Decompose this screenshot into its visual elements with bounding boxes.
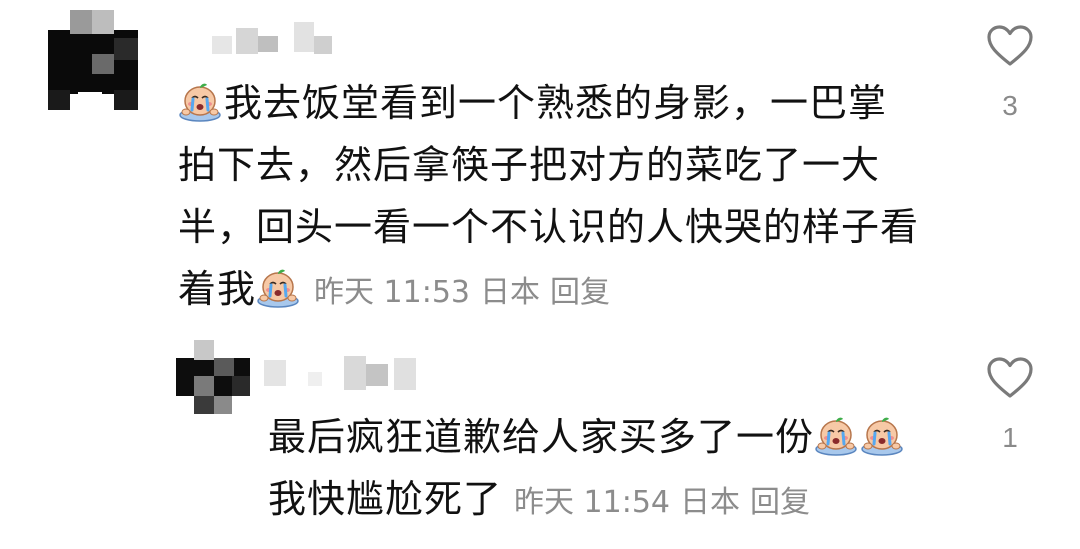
comment-text: 最后疯狂道歉给人家买多了一份 我快尴尬死了 昨天 11:54 日本 回复 xyxy=(268,406,968,534)
reply-button[interactable]: 回复 xyxy=(550,275,610,310)
comment-meta: 昨天 11:54 日本 回复 xyxy=(514,485,810,520)
like-count: 1 xyxy=(1002,422,1018,453)
comment-line: 我去饭堂看到一个熟悉的身影，一巴掌 xyxy=(178,72,938,134)
comment-time: 昨天 11:54 xyxy=(514,485,671,520)
crying-face-icon xyxy=(814,416,858,456)
like-count: 3 xyxy=(1002,90,1018,121)
like-area: 3 xyxy=(980,24,1040,122)
comment-line: 最后疯狂道歉给人家买多了一份 xyxy=(268,406,968,468)
avatar[interactable] xyxy=(176,340,250,416)
comment-location: 日本 xyxy=(680,485,741,520)
crying-face-icon xyxy=(178,82,222,122)
comment-line: 拍下去，然后拿筷子把对方的菜吃了一大 xyxy=(178,143,881,187)
username[interactable] xyxy=(264,354,424,394)
avatar[interactable] xyxy=(48,10,138,118)
heart-icon[interactable] xyxy=(986,24,1034,68)
comment-time: 昨天 11:53 xyxy=(314,275,471,310)
crying-face-icon xyxy=(256,268,300,308)
crying-face-icon xyxy=(860,416,904,456)
comment-location: 日本 xyxy=(480,275,541,310)
username[interactable] xyxy=(212,22,332,58)
comment-meta: 昨天 11:53 日本 回复 xyxy=(314,275,610,310)
comment-text: 我去饭堂看到一个熟悉的身影，一巴掌 拍下去，然后拿筷子把对方的菜吃了一大 半，回… xyxy=(178,72,938,324)
comment-line: 着我 昨天 11:53 日本 回复 xyxy=(178,267,611,311)
comment-line: 半，回头一看一个不认识的人快哭的样子看 xyxy=(178,205,920,249)
comment-line: 我快尴尬死了 昨天 11:54 日本 回复 xyxy=(268,477,811,521)
reply-button[interactable]: 回复 xyxy=(750,485,810,520)
heart-icon[interactable] xyxy=(986,356,1034,400)
like-area: 1 xyxy=(980,356,1040,454)
